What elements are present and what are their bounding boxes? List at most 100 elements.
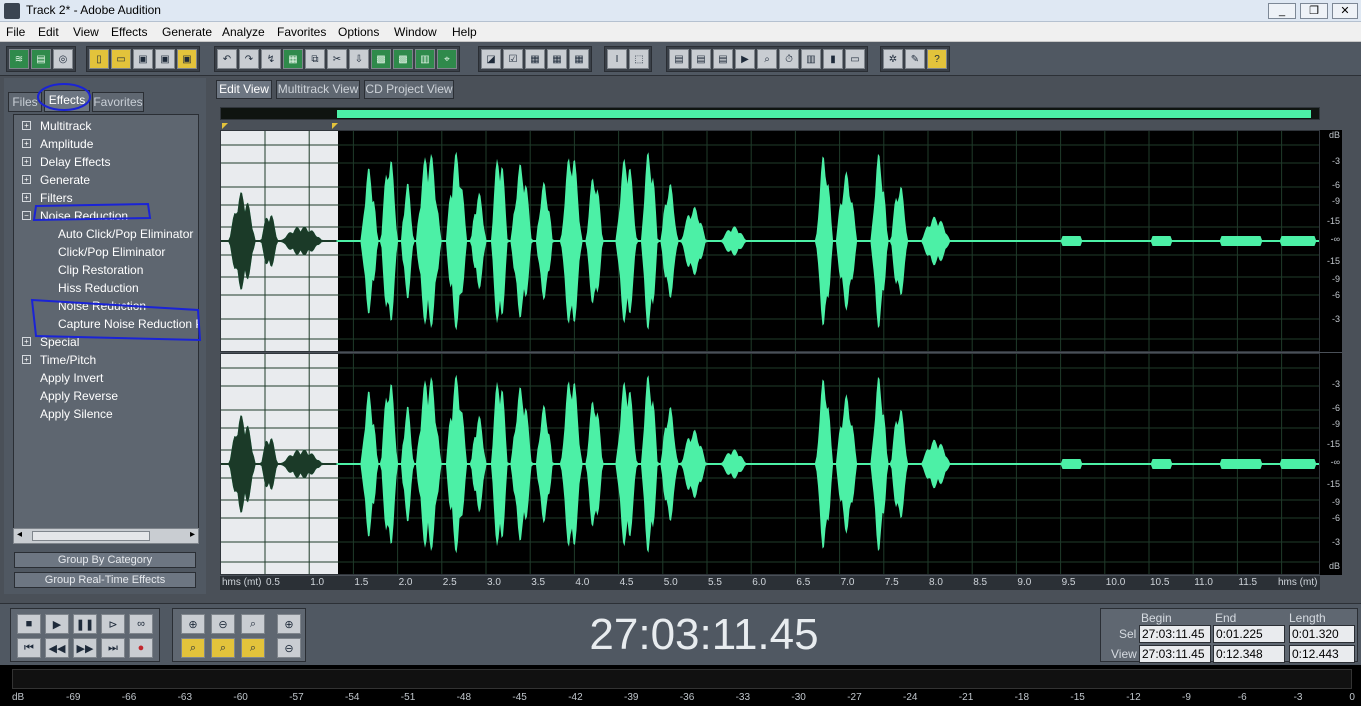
rewind-icon[interactable]: ◀◀ [45,638,69,658]
waveform-view-icon[interactable]: ≋ [9,49,29,69]
level-meter-tick: -27 [847,692,862,703]
help-icon[interactable]: ? [927,49,947,69]
menu-edit[interactable]: Edit [38,25,59,39]
zoom-in-horizontal-icon[interactable]: ⊕ [181,614,205,634]
tree-item-apply-reverse[interactable]: Apply Reverse [40,387,118,405]
record-icon[interactable]: ● [129,638,153,658]
menu-window[interactable]: Window [394,25,437,39]
level-meter-tick: -66 [121,692,137,703]
settings-icon[interactable]: ✲ [883,49,903,69]
tracks-icon[interactable]: ▤ [691,49,711,69]
scrollbar-thumb[interactable] [32,531,150,541]
toolbar: ≋ ▤ ◎ ▯ ▭ ▣ ▣ ▣ ↶ ↷ ↯ ▦ ⧉ ✂ ⇩ ▩ ▩ ▥ ⌖ ◪ … [0,42,1361,76]
view-end-field[interactable]: 0:12.348 [1213,645,1285,663]
grid-view-3-icon[interactable]: ▦ [569,49,589,69]
marquee-tool-icon[interactable]: ⬚ [629,49,649,69]
toolbar-file-group: ▯ ▭ ▣ ▣ ▣ [86,46,200,72]
menu-generate[interactable]: Generate [162,25,212,39]
maximize-button[interactable]: ❐ [1300,3,1328,19]
tree-item-apply-silence[interactable]: Apply Silence [40,405,113,423]
overview-bar[interactable] [220,107,1320,120]
sel-length-field[interactable]: 0:01.320 [1289,625,1355,643]
open-folder-icon[interactable]: ▭ [111,49,131,69]
scroll-right-icon[interactable]: ▸ [190,529,195,540]
stop-icon[interactable]: ■ [17,614,41,634]
tab-multitrack-view[interactable]: Multitrack View [276,80,360,99]
zoom-out-horizontal-icon[interactable]: ⊖ [211,614,235,634]
tree-item-time-pitch[interactable]: Time/Pitch [40,351,96,369]
zoom-window-icon[interactable]: ⌕ [757,49,777,69]
menu-view[interactable]: View [73,25,99,39]
mixer-icon[interactable]: ▤ [713,49,733,69]
grid-view-2-icon[interactable]: ▦ [547,49,567,69]
tree-item-apply-invert[interactable]: Apply Invert [40,369,103,387]
cd-icon[interactable]: ◎ [53,49,73,69]
go-to-start-icon[interactable]: ⏮ [17,638,41,658]
spectral-view-icon[interactable]: ◪ [481,49,501,69]
mix-paste-icon[interactable]: ▩ [393,49,413,69]
menu-favorites[interactable]: Favorites [277,25,326,39]
zoom-right-icon[interactable]: ⌕ [211,638,235,658]
transport-icon[interactable]: ▶ [735,49,755,69]
paste-icon[interactable]: ⇩ [349,49,369,69]
repeat-icon[interactable]: ↯ [261,49,281,69]
cut-icon[interactable]: ✂ [327,49,347,69]
horizontal-scrollbar[interactable]: ◂ ▸ [13,528,199,544]
minimize-button[interactable]: _ [1268,3,1296,19]
level-meter-tick: -30 [791,692,806,703]
scroll-left-icon[interactable]: ◂ [17,529,22,540]
selection-window-icon[interactable]: ▥ [801,49,821,69]
tab-edit-view[interactable]: Edit View [216,80,272,99]
time-window-icon[interactable]: ⏱ [779,49,799,69]
waveform-channel-left[interactable] [220,130,1320,352]
copy-new-icon[interactable]: ▦ [283,49,303,69]
menu-help[interactable]: Help [452,25,477,39]
close-button[interactable]: ✕ [1332,3,1358,19]
time-ruler[interactable]: hms (mt) 0.5 1.0 1.5 2.0 2.5 3.0 3.5 4.0 4.5 5.0 5.… [220,576,1320,590]
zoom-selection-icon[interactable]: ⌕ [241,638,265,658]
zoom-in-vertical-icon[interactable]: ⊕ [277,614,301,634]
zoom-left-icon[interactable]: ⌕ [181,638,205,658]
grid-view-icon[interactable]: ▦ [525,49,545,69]
save-icon[interactable]: ▣ [133,49,153,69]
zoom-full-icon[interactable]: ⌕ [241,614,265,634]
redo-icon[interactable]: ↷ [239,49,259,69]
zero-cross-icon[interactable]: ⌖ [437,49,457,69]
script-icon[interactable]: ✎ [905,49,925,69]
save-as-icon[interactable]: ▣ [155,49,175,69]
play-icon[interactable]: ▶ [45,614,69,634]
pause-icon[interactable]: ❚❚ [73,614,97,634]
waveform-channel-right[interactable] [220,353,1320,575]
fast-forward-icon[interactable]: ▶▶ [73,638,97,658]
go-to-end-icon[interactable]: ⏭ [101,638,125,658]
trim-icon[interactable]: ▥ [415,49,435,69]
expand-icon[interactable]: + [22,355,31,364]
group-realtime-effects-button[interactable]: Group Real-Time Effects [14,572,196,588]
time-selection-tool-icon[interactable]: I [607,49,627,69]
status-bar-icon[interactable]: ▭ [845,49,865,69]
time-ruler-tick: 1.5 [354,577,369,588]
group-by-category-button[interactable]: Group By Category [14,552,196,568]
menu-file[interactable]: File [6,25,25,39]
loop-icon[interactable]: ∞ [129,614,153,634]
organizer-icon[interactable]: ▤ [669,49,689,69]
overview-range[interactable] [337,110,1311,118]
menu-analyze[interactable]: Analyze [222,25,265,39]
checkbox-view-icon[interactable]: ☑ [503,49,523,69]
sel-end-field[interactable]: 0:01.225 [1213,625,1285,643]
multitrack-icon[interactable]: ▤ [31,49,51,69]
play-to-end-icon[interactable]: ⊳ [101,614,125,634]
tab-cd-project-view[interactable]: CD Project View [364,80,454,99]
paste-new-icon[interactable]: ▩ [371,49,391,69]
level-meter-icon[interactable]: ▮ [823,49,843,69]
view-length-field[interactable]: 0:12.443 [1289,645,1355,663]
zoom-out-vertical-icon[interactable]: ⊖ [277,638,301,658]
menu-effects[interactable]: Effects [111,25,147,39]
copy-icon[interactable]: ⧉ [305,49,325,69]
view-begin-field[interactable]: 27:03:11.45 [1139,645,1211,663]
new-file-icon[interactable]: ▯ [89,49,109,69]
sel-begin-field[interactable]: 27:03:11.45 [1139,625,1211,643]
save-all-icon[interactable]: ▣ [177,49,197,69]
menu-options[interactable]: Options [338,25,379,39]
undo-icon[interactable]: ↶ [217,49,237,69]
